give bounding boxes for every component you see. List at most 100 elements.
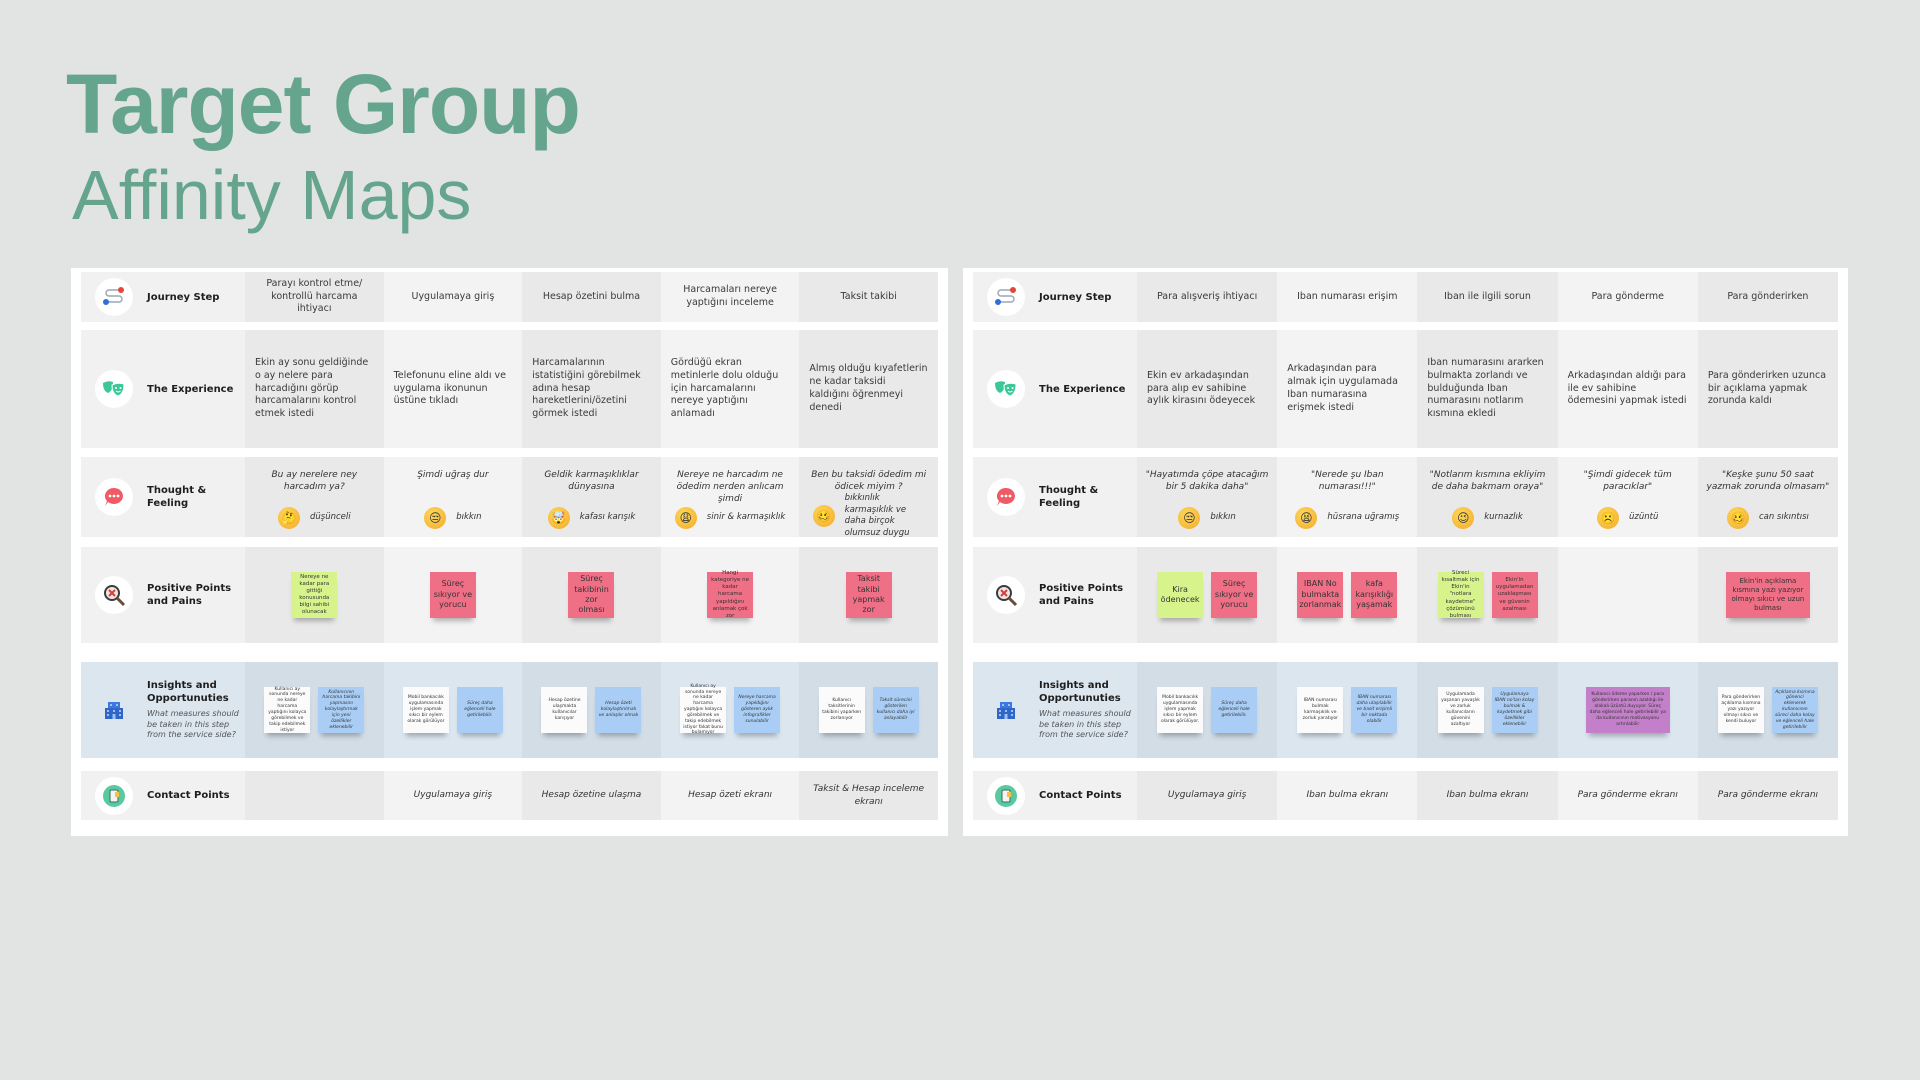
sticky-note-red[interactable]: Süreç takibinin zor olması (568, 572, 615, 618)
insights-row: Insights and Opportunuties What measures… (973, 662, 1839, 758)
experience-cell: Gördüğü ekran metinlerle dolu olduğu içi… (660, 330, 800, 448)
sticky-note-blue[interactable]: Süreç daha eğlenceli hale getirilebilir. (1211, 687, 1258, 733)
emoji-face-icon: 🤔 (277, 507, 300, 529)
sticky-note-red[interactable]: kafa karışıklığı yaşamak (1351, 572, 1398, 618)
sticky-note-red[interactable]: Hangi kategoriye ne kadar harcama yapıld… (707, 570, 754, 619)
experience-cell: Almış olduğu kıyafetlerin ne kadar taksi… (799, 330, 938, 448)
pain-point-cell: Süreç takibinin zor olması (522, 547, 661, 643)
phone-icon (95, 776, 133, 815)
contact-point-cell: Uygulamaya giriş (1137, 771, 1278, 820)
journey-step-cell: Uygulamaya giriş (383, 272, 523, 322)
emoji-face-icon: 😩 (674, 507, 697, 529)
feeling-label: bıkkın (456, 512, 482, 523)
thought-cell: Nereye ne harcadım ne ödedim nerden anlı… (660, 457, 800, 537)
row-label: Insights and Opportunuties What measures… (973, 662, 1137, 758)
sticky-note-blue[interactable]: Hesap özeti kolaylaştırılmalı ve anlaşıl… (595, 687, 642, 733)
sticky-note-white[interactable]: Para gönderirken açıklama kısmına yazı y… (1717, 687, 1764, 733)
thought-quote: "Şimdi gidecek tüm paracıklar" (1583, 470, 1672, 493)
row-label-text: The Experience (147, 383, 234, 395)
thought-cell: Şimdi uğraş dur 😒 bıkkın (383, 457, 523, 537)
row-label-text: Contact Points (1039, 790, 1122, 801)
page-title: Target Group Affinity Maps (66, 57, 581, 230)
row-label-text: Insights and Opportunuties What measures… (1039, 679, 1137, 741)
sticky-note-blue[interactable]: Nereye harcama yapıldığını gösteren aylı… (734, 687, 781, 733)
experience-cell: Ekin ev arkadaşından para alıp ev sahibi… (1137, 330, 1278, 448)
sticky-note-blue[interactable]: Taksit sürecini gösterilen kullanıcı dah… (872, 687, 919, 733)
pain-point-cell: Taksit takibi yapmak zor (799, 547, 938, 643)
sticky-note-blue[interactable]: Kullanıcının harcama takibini yapmasını … (318, 687, 365, 733)
title-line-1: Target Group (66, 57, 581, 151)
sticky-note-white[interactable]: Kullanıcı ay sonunda nereye ne kadar har… (264, 687, 311, 733)
sticky-note-red[interactable]: Süreç sıkıyor ve yorucu (429, 572, 476, 618)
feeling-label: hüsrana uğramış (1327, 512, 1400, 523)
sticky-note-red[interactable]: Ekin'in uygulamadan uzaklaşması ve güven… (1491, 572, 1538, 618)
journey-step-cell: Hesap özetini bulma (522, 272, 661, 322)
feeling-label: düşünceli (309, 512, 351, 523)
thought-cell: "Nerede şu Iban numarası!!!" 😫 hüsrana uğr… (1277, 457, 1418, 537)
journey-step-cell: Iban numarası erişim (1277, 272, 1418, 322)
building-icon (987, 691, 1025, 729)
sticky-note-red[interactable]: IBAN No bulmakta zorlanmak (1297, 572, 1344, 618)
sticky-note-green[interactable]: Nereye ne kadar para gittiği konusunda b… (291, 572, 338, 618)
thought-cell: "Notlarım kısmına ekliyim de daha bakmam… (1417, 457, 1558, 537)
insight-cell: Kullanıcı ay sonunda nereye ne kadar har… (245, 662, 384, 758)
row-label-text: The Experience (1039, 383, 1126, 395)
row-label: Journey Step (973, 272, 1137, 322)
sticky-note-blue[interactable]: Süreç daha eğlenceli hale getirilebilir. (456, 687, 503, 733)
row-label-text: Positive Points and Pains (1039, 583, 1124, 607)
sticky-note-white[interactable]: Hesap özetine ulaşmakta kullanıcılar kar… (541, 687, 588, 733)
sticky-note-white[interactable]: Mobil bankacılık uygulamasında işlem yap… (402, 687, 449, 733)
pain-point-cell: Ekin'in açıklama kısmına yazı yazıyor ol… (1697, 547, 1839, 643)
emoji-face-icon: 😒 (1178, 507, 1201, 529)
sticky-note-purple[interactable]: Kullanıcı ödeme yaparken / para gönderir… (1585, 687, 1670, 733)
theater-masks-icon (987, 370, 1025, 408)
journey-step-cell: Para gönderme (1557, 272, 1698, 322)
sticky-note-green[interactable]: Süreci kısaltmak için Ekin'in "notlara k… (1437, 570, 1484, 619)
sticky-note-white[interactable]: Kullanıcı taksitlerinin takibini yaparke… (818, 687, 865, 733)
pain-point-cell: Hangi kategoriye ne kadar harcama yapıld… (660, 547, 800, 643)
insight-cell: Uygulamada yaşanan yavaşlık ve zorluk ku… (1417, 662, 1558, 758)
sticky-note-white[interactable]: Kullanıcı ay sonunda nereye ne kadar har… (680, 684, 727, 735)
sticky-note-red[interactable]: Ekin'in açıklama kısmına yazı yazıyor ol… (1725, 572, 1810, 618)
sticky-note-blue[interactable]: Açıklama kısmına gönenci eklenerek kulla… (1771, 687, 1818, 733)
insight-cell: Mobil bankacılık uygulamasında işlem yap… (383, 662, 523, 758)
pain-point-cell (1557, 547, 1698, 643)
sticky-note-white[interactable]: Uygulamada yaşanan yavaşlık ve zorluk ku… (1437, 687, 1484, 733)
feeling-label: bıkkın (1210, 512, 1236, 523)
experience-row: The Experience Ekin ev arkadaşından para… (973, 330, 1839, 448)
positive-points-row: Positive Points and Pains Kira ödenecek S… (973, 547, 1839, 643)
contact-point-cell: Hesap özetine ulaşma (522, 771, 661, 820)
contact-point-cell: Para gönderme ekranı (1557, 771, 1698, 820)
journey-step-cell: Taksit takibi (799, 272, 938, 322)
contact-point-cell: Iban bulma ekranı (1417, 771, 1558, 820)
insight-cell: Kullanıcı taksitlerinin takibini yaparke… (799, 662, 938, 758)
experience-cell: Arkadaşından aldığı para ile ev sahibine… (1557, 330, 1698, 448)
pain-point-cell: IBAN No bulmakta zorlanmak kafa karışıklı… (1277, 547, 1418, 643)
chat-bubble-icon (987, 478, 1025, 516)
emoji-face-icon: 😉 (1452, 507, 1475, 529)
sticky-note-red[interactable]: Süreç sıkıyor ve yorucu (1211, 572, 1258, 618)
thought-cell: "Keşke şunu 50 saat yazmak zorunda olmas… (1697, 457, 1839, 537)
insights-subtitle: What measures should be taken in this st… (147, 708, 239, 740)
affinity-map-1: Journey Step Parayı kontrol etme/ kontro… (71, 268, 948, 836)
journey-step-cell: Harcamaları nereye yaptığını inceleme (660, 272, 800, 322)
sticky-note-blue[interactable]: Uygulamaya IBAN no'ları kolay bulmak & k… (1491, 687, 1538, 733)
feeling-label: kafası karışık (579, 512, 636, 523)
row-label-text: Thought & Feeling (1039, 485, 1099, 509)
sticky-note-green[interactable]: Kira ödenecek (1157, 572, 1204, 618)
sticky-note-blue[interactable]: IBAN numarası daha ulaşılabilir ve basit… (1351, 687, 1398, 733)
row-label: The Experience (81, 330, 245, 448)
building-icon (95, 691, 133, 729)
thought-quote: "Nerede şu Iban numarası!!!" (1311, 470, 1384, 493)
thought-cell: Geldik karmaşıklıklar dünyasına 🤯 kafası k… (522, 457, 661, 537)
row-label: The Experience (973, 330, 1137, 448)
row-label: Thought & Feeling (973, 457, 1137, 537)
emoji-face-icon: 🥴 (1726, 507, 1749, 529)
insight-cell: Hesap özetine ulaşmakta kullanıcılar kar… (522, 662, 661, 758)
thought-cell: Bu ay nerelere ney harcadım ya? 🤔 düşüncel… (245, 457, 384, 537)
sticky-note-white[interactable]: IBAN numarası bulmak karmaşıklık ve zorl… (1297, 687, 1344, 733)
sticky-note-white[interactable]: Mobil bankacılık uygulamasında işlem yap… (1157, 687, 1204, 733)
contact-points-row: Contact Points Uygulamaya giriş Iban bulm… (973, 771, 1839, 820)
sticky-note-red[interactable]: Taksit takibi yapmak zor (845, 572, 892, 618)
feeling: ☹️ üzüntü (1597, 507, 1658, 529)
